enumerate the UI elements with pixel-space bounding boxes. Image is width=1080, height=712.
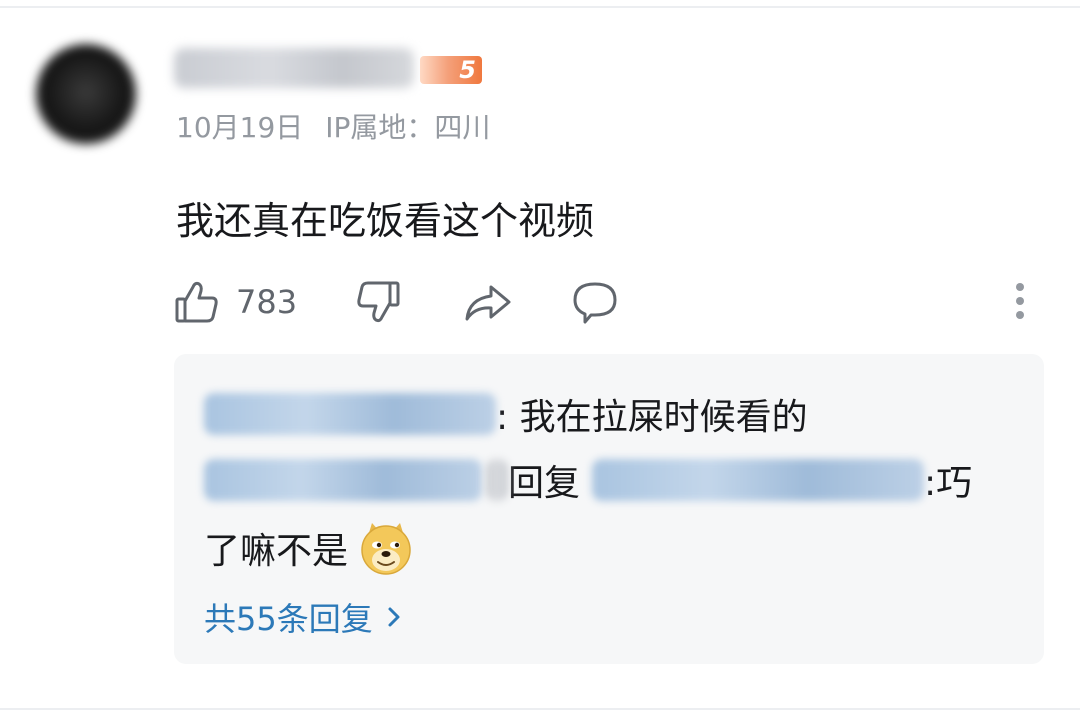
dislike-button[interactable] — [355, 279, 401, 325]
avatar[interactable] — [36, 44, 136, 144]
reply-button[interactable] — [571, 279, 619, 325]
reply-label: 回复 — [508, 463, 581, 504]
comment-actions: 783 — [174, 276, 619, 328]
thumbs-down-icon — [355, 279, 401, 325]
comment-meta: 10月19日 IP属地：四川 — [176, 106, 490, 146]
reply-2-text-end: :巧 — [924, 463, 973, 504]
share-icon — [463, 279, 513, 325]
reply-line-2: 回复 :巧 — [204, 454, 972, 506]
reply-username-blurred[interactable] — [204, 459, 482, 501]
reply-2-text-cont: 了嘛不是 — [204, 531, 349, 572]
chevron-right-icon — [387, 606, 401, 628]
top-divider — [0, 6, 1080, 8]
reply-target-username-blurred[interactable] — [592, 459, 925, 501]
like-button[interactable]: 783 — [174, 279, 297, 325]
bottom-divider — [0, 708, 1080, 710]
reply-line-1: : 我在拉屎时候看的 — [204, 388, 808, 440]
reply-username-blurred[interactable] — [204, 393, 496, 435]
redacted-fragment — [486, 459, 508, 501]
level-badge-number: 5 — [459, 56, 476, 84]
more-vertical-icon — [1006, 280, 1034, 324]
reply-count-label: 共55条回复 — [204, 600, 373, 638]
like-count: 783 — [236, 283, 298, 321]
share-button[interactable] — [463, 279, 513, 325]
reply-1-text: : 我在拉屎时候看的 — [496, 397, 808, 438]
ip-location: IP属地：四川 — [325, 111, 491, 144]
level-badge: 5 — [420, 56, 482, 84]
comment-date: 10月19日 — [176, 111, 304, 144]
view-all-replies-link[interactable]: 共55条回复 — [204, 594, 401, 640]
reply-preview-box[interactable]: : 我在拉屎时候看的 回复 :巧 了嘛不是 共55条回复 — [174, 354, 1044, 664]
doge-emoji-icon — [358, 520, 414, 576]
more-options-button[interactable] — [1006, 280, 1034, 324]
comment-text: 我还真在吃饭看这个视频 — [176, 199, 595, 243]
reply-line-3: 了嘛不是 — [204, 520, 414, 576]
thumbs-up-icon — [174, 279, 220, 325]
comment-bubble-icon — [571, 279, 619, 325]
username-blurred[interactable] — [174, 48, 414, 88]
